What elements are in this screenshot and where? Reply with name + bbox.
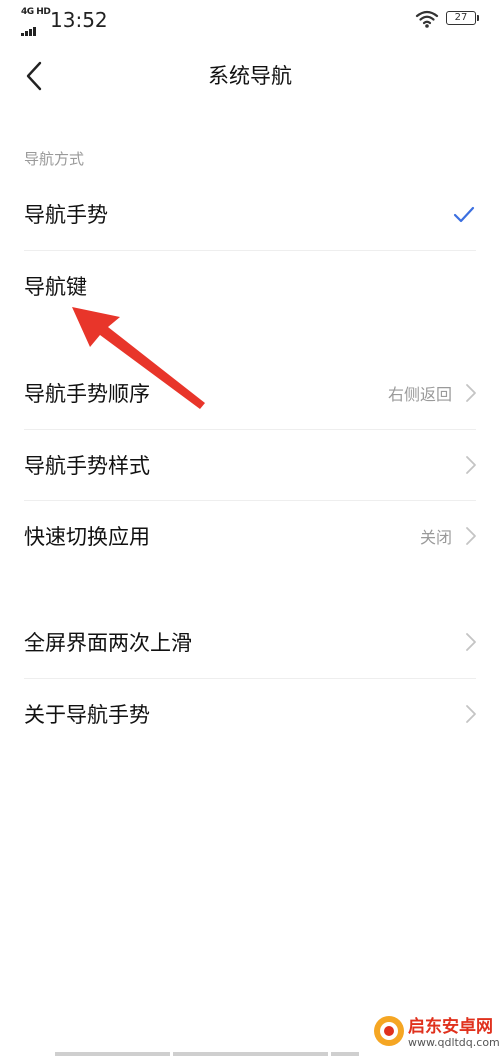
setting-fullscreen-double-swipe[interactable]: 全屏界面两次上滑	[0, 606, 500, 678]
setting-gesture-style[interactable]: 导航手势样式	[0, 429, 500, 501]
setting-about-gestures[interactable]: 关于导航手势	[0, 678, 500, 750]
status-time: 13:52	[50, 8, 108, 32]
option-label: 导航手势	[24, 203, 108, 227]
section-label: 导航方式	[24, 150, 85, 168]
system-navigation-screen: 4G HD 13:52 27 系统导航 导航方式 导航手势 导航键 导航手势顺序…	[0, 0, 500, 1056]
chevron-right-icon	[466, 456, 476, 474]
network-type: 4G HD	[21, 7, 51, 17]
battery-icon: 27	[446, 11, 476, 25]
watermark: 启东安卓网 www.qdltdq.com	[372, 1010, 500, 1056]
gesture-bar	[55, 1052, 359, 1056]
red-arrow-annotation	[72, 307, 205, 409]
setting-value: 右侧返回	[387, 385, 452, 404]
signal-icon	[21, 17, 37, 36]
setting-label: 快速切换应用	[24, 525, 150, 549]
checkmark-icon	[453, 206, 475, 223]
watermark-title: 启东安卓网	[408, 1017, 493, 1037]
battery-level: 27	[454, 12, 468, 23]
chevron-right-icon	[466, 705, 476, 723]
setting-label: 导航手势样式	[24, 454, 150, 478]
status-bar: 4G HD 13:52 27	[0, 0, 500, 40]
page-title: 系统导航	[208, 64, 292, 88]
chevron-right-icon	[466, 633, 476, 651]
setting-label: 全屏界面两次上滑	[24, 631, 192, 655]
setting-label: 关于导航手势	[24, 703, 150, 727]
battery-tip	[477, 15, 479, 21]
setting-quick-switch-apps[interactable]: 快速切换应用 关闭	[0, 500, 500, 572]
watermark-logo-icon	[374, 1016, 404, 1046]
wifi-icon	[415, 10, 439, 28]
setting-value: 关闭	[419, 528, 452, 547]
chevron-right-icon	[466, 527, 476, 545]
watermark-url: www.qdltdq.com	[408, 1036, 500, 1049]
option-gesture-navigation[interactable]: 导航手势	[0, 178, 500, 250]
chevron-right-icon	[466, 384, 476, 402]
